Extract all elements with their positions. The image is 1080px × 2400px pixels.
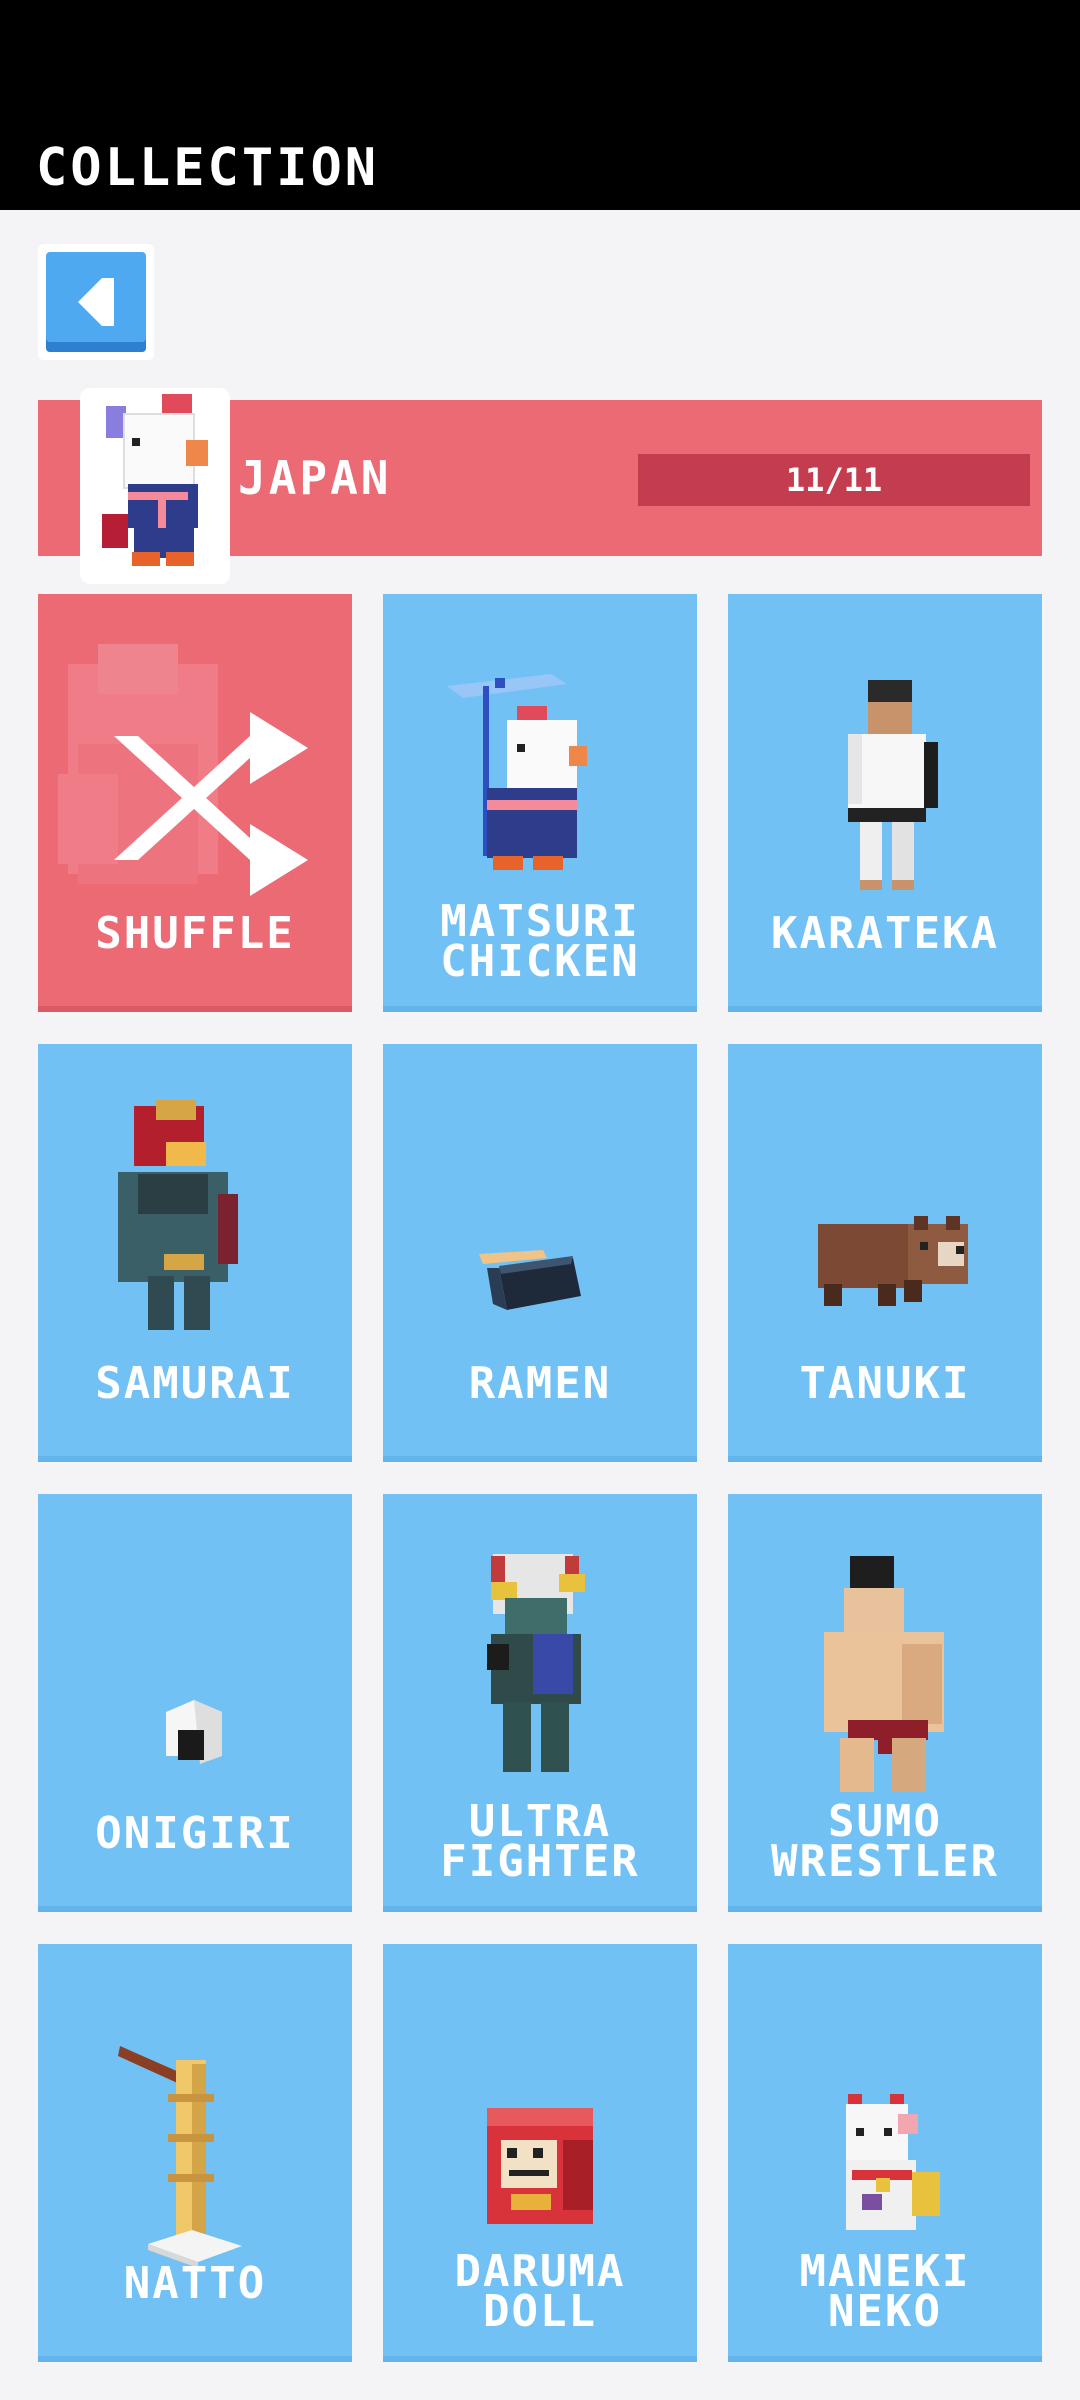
- character-card-onigiri[interactable]: ONIGIRI: [38, 1494, 352, 1912]
- character-card-shuffle[interactable]: SHUFFLE: [38, 594, 352, 1012]
- character-card-matsuri-chicken[interactable]: MATSURI CHICKEN: [383, 594, 697, 1012]
- character-card-natto[interactable]: NATTO: [38, 1944, 352, 2362]
- character-name: SHUFFLE: [95, 908, 295, 959]
- character-name: SUMO WRESTLER: [771, 1796, 999, 1887]
- character-name: DARUMA DOLL: [454, 2246, 626, 2337]
- character-name: TANUKI: [799, 1358, 971, 1409]
- character-grid: SHUFFLE MATSURI CHICKEN KARATEKA SAMURAI…: [38, 594, 1042, 2362]
- character-card-karateka[interactable]: KARATEKA: [728, 594, 1042, 1012]
- character-card-samurai[interactable]: SAMURAI: [38, 1044, 352, 1462]
- page-title: COLLECTION: [36, 138, 380, 198]
- character-card-sumo-wrestler[interactable]: SUMO WRESTLER: [728, 1494, 1042, 1912]
- top-bar: COLLECTION: [0, 0, 1080, 210]
- back-button[interactable]: [38, 244, 154, 360]
- character-name: KARATEKA: [771, 908, 999, 959]
- character-name: NATTO: [123, 2258, 267, 2309]
- character-name: SAMURAI: [95, 1358, 295, 1409]
- collection-progress-bar: 11/11: [638, 454, 1030, 506]
- character-card-ultra-fighter[interactable]: ULTRA FIGHTER: [383, 1494, 697, 1912]
- character-card-tanuki[interactable]: TANUKI: [728, 1044, 1042, 1462]
- character-name: ULTRA FIGHTER: [440, 1796, 640, 1887]
- back-arrow-icon: [78, 278, 114, 326]
- character-name: ONIGIRI: [95, 1808, 295, 1859]
- character-name: RAMEN: [468, 1358, 612, 1409]
- region-banner: JAPAN 11/11: [38, 388, 1042, 584]
- character-name: MANEKI NEKO: [799, 2246, 971, 2337]
- character-name: MATSURI CHICKEN: [440, 896, 640, 987]
- matsuri-chicken-avatar-icon: [80, 388, 230, 584]
- character-card-maneki-neko[interactable]: MANEKI NEKO: [728, 1944, 1042, 2362]
- region-name: JAPAN: [238, 451, 392, 505]
- character-card-daruma-doll[interactable]: DARUMA DOLL: [383, 1944, 697, 2362]
- character-card-ramen[interactable]: RAMEN: [383, 1044, 697, 1462]
- collection-progress-label: 11/11: [785, 461, 883, 499]
